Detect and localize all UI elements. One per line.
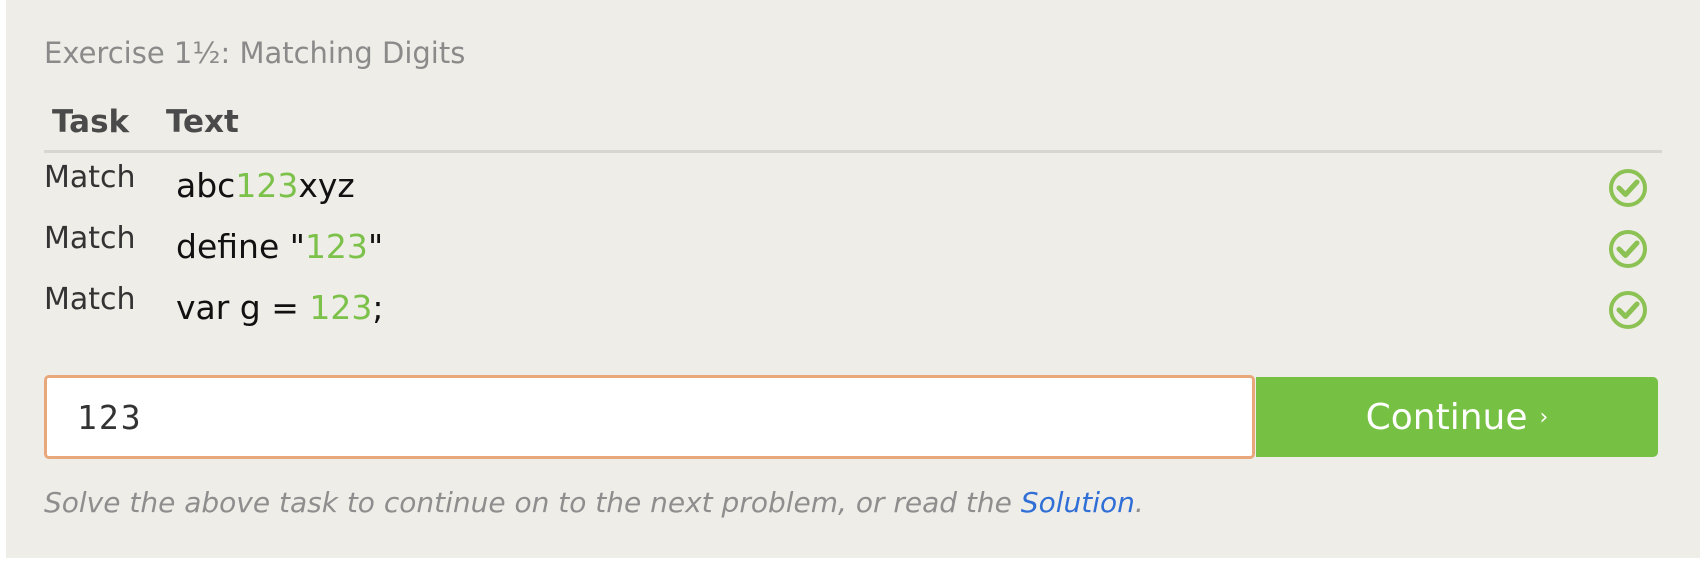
task-label: Match [44,221,136,256]
check-circle-icon [1609,291,1647,329]
table-row: Match abc123xyz [44,160,1662,220]
text-match: 123 [304,227,368,266]
row-text: abc123xyz [176,166,355,205]
check-circle-icon [1609,169,1647,207]
text-plain: xyz [298,166,355,205]
text-plain: ; [372,288,384,327]
row-text: define "123" [176,227,383,266]
hint-text: Solve the above task to continue on to t… [44,486,1144,519]
continue-button[interactable]: Continue › [1256,377,1658,457]
check-circle-icon [1609,230,1647,268]
text-plain: define " [176,227,305,266]
solution-link[interactable]: Solution [1021,486,1135,519]
chevron-right-icon: › [1539,404,1549,430]
text-plain: " [367,227,384,266]
table-row: Match var g = 123; [44,282,1662,342]
regex-input-wrapper [44,375,1255,459]
header-text: Text [166,104,239,140]
regex-input[interactable] [47,378,1252,456]
row-text: var g = 123; [176,288,384,327]
task-label: Match [44,282,136,317]
continue-label: Continue [1365,396,1528,438]
exercise-title: Exercise 1½: Matching Digits [44,36,466,70]
table-row: Match define "123" [44,221,1662,281]
text-match: 123 [235,166,299,205]
task-label: Match [44,160,136,195]
text-plain: var g = [176,288,310,327]
header-task: Task [52,104,130,140]
hint-suffix: . [1134,486,1144,519]
table-header: Task Text [44,98,1662,153]
exercise-panel: Exercise 1½: Matching Digits Task Text M… [6,0,1700,558]
text-match: 123 [309,288,373,327]
hint-prefix: Solve the above task to continue on to t… [44,486,1021,519]
text-plain: abc [176,166,236,205]
